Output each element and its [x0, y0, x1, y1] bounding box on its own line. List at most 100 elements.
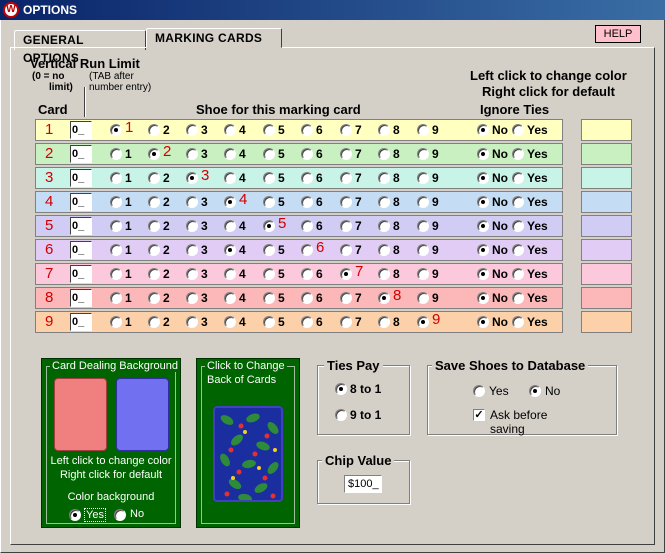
ignore-ties-radio[interactable] [477, 220, 489, 232]
shoe-radio[interactable] [186, 292, 198, 304]
ignore-ties-radio[interactable] [512, 316, 524, 328]
ignore-ties-yes-option[interactable]: Yes [512, 219, 548, 233]
shoe-option-1[interactable]: 1 [110, 147, 144, 161]
shoe-radio[interactable] [148, 292, 160, 304]
shoe-radio[interactable] [263, 124, 275, 136]
shoe-option-8[interactable]: 8 [378, 288, 412, 305]
ties-pay-8-radio[interactable] [335, 383, 347, 395]
row-color-swatch[interactable] [581, 215, 632, 237]
shoe-radio[interactable] [148, 124, 160, 136]
shoe-option-3[interactable]: 3 [186, 123, 220, 137]
shoe-radio[interactable] [186, 124, 198, 136]
shoe-radio[interactable] [340, 196, 352, 208]
shoe-option-5[interactable]: 5 [263, 243, 297, 257]
shoe-option-6[interactable]: 6 [301, 267, 335, 281]
shoe-option-3[interactable]: 3 [186, 147, 220, 161]
shoe-radio[interactable] [301, 316, 313, 328]
shoe-radio[interactable] [148, 316, 160, 328]
ignore-ties-radio[interactable] [512, 244, 524, 256]
shoe-option-6[interactable]: 6 [301, 147, 335, 161]
shoe-radio[interactable] [263, 220, 275, 232]
shoe-radio[interactable] [378, 292, 390, 304]
shoe-option-1[interactable]: 1 [110, 171, 144, 185]
shoe-radio[interactable] [263, 148, 275, 160]
shoe-radio[interactable] [301, 244, 313, 256]
shoe-option-3[interactable]: 3 [186, 267, 220, 281]
shoe-radio[interactable] [186, 244, 198, 256]
shoe-option-9[interactable]: 9 [417, 219, 451, 233]
shoe-option-8[interactable]: 8 [378, 195, 412, 209]
shoe-option-5[interactable]: 5 [263, 291, 297, 305]
ties-pay-9-option[interactable]: 9 to 1 [335, 408, 395, 422]
shoe-option-1[interactable]: 1 [110, 195, 144, 209]
shoe-radio[interactable] [378, 316, 390, 328]
shoe-radio[interactable] [148, 172, 160, 184]
ignore-ties-yes-option[interactable]: Yes [512, 171, 548, 185]
shoe-radio[interactable] [263, 172, 275, 184]
ignore-ties-yes-option[interactable]: Yes [512, 267, 548, 281]
shoe-option-2[interactable]: 2 [148, 195, 182, 209]
ignore-ties-radio[interactable] [477, 196, 489, 208]
shoe-radio[interactable] [340, 124, 352, 136]
shoe-option-1[interactable]: 1 [110, 120, 144, 137]
shoe-option-6[interactable]: 6 [301, 315, 335, 329]
shoe-radio[interactable] [417, 124, 429, 136]
shoe-option-7[interactable]: 7 [340, 219, 374, 233]
shoe-radio[interactable] [263, 316, 275, 328]
ignore-ties-radio[interactable] [477, 292, 489, 304]
shoe-option-7[interactable]: 7 [340, 315, 374, 329]
shoe-radio[interactable] [340, 172, 352, 184]
shoe-option-4[interactable]: 4 [224, 147, 258, 161]
shoe-option-7[interactable]: 7 [340, 123, 374, 137]
shoe-radio[interactable] [110, 268, 122, 280]
shoe-radio[interactable] [417, 220, 429, 232]
shoe-radio[interactable] [417, 316, 429, 328]
ignore-ties-radio[interactable] [512, 172, 524, 184]
row-color-swatch[interactable] [581, 119, 632, 141]
shoe-option-9[interactable]: 9 [417, 171, 451, 185]
shoe-radio[interactable] [224, 244, 236, 256]
shoe-option-1[interactable]: 1 [110, 219, 144, 233]
shoe-option-8[interactable]: 8 [378, 315, 412, 329]
shoe-radio[interactable] [417, 172, 429, 184]
shoe-option-8[interactable]: 8 [378, 147, 412, 161]
shoe-option-8[interactable]: 8 [378, 243, 412, 257]
tab-marking-cards[interactable]: MARKING CARDS [146, 28, 282, 48]
shoe-radio[interactable] [224, 172, 236, 184]
shoe-radio[interactable] [340, 268, 352, 280]
shoe-radio[interactable] [110, 196, 122, 208]
shoe-option-4[interactable]: 4 [224, 171, 258, 185]
shoe-radio[interactable] [224, 220, 236, 232]
shoe-option-2[interactable]: 2 [148, 291, 182, 305]
background-color-right-swatch[interactable] [116, 378, 169, 451]
ignore-ties-no-option[interactable]: No [477, 123, 513, 137]
ask-before-saving-checkbox[interactable]: ✓ [473, 409, 485, 421]
ignore-ties-yes-option[interactable]: Yes [512, 291, 548, 305]
ignore-ties-radio[interactable] [477, 124, 489, 136]
shoe-option-4[interactable]: 4 [224, 291, 258, 305]
shoe-option-4[interactable]: 4 [224, 123, 258, 137]
shoe-radio[interactable] [148, 220, 160, 232]
shoe-radio[interactable] [340, 292, 352, 304]
shoe-radio[interactable] [301, 172, 313, 184]
shoe-radio[interactable] [224, 124, 236, 136]
shoe-option-5[interactable]: 5 [263, 147, 297, 161]
shoe-option-7[interactable]: 7 [340, 264, 374, 281]
shoe-option-3[interactable]: 3 [186, 168, 220, 185]
save-shoes-no-option[interactable]: No [529, 384, 569, 398]
shoe-option-2[interactable]: 2 [148, 315, 182, 329]
color-bg-no-option[interactable]: No [114, 508, 148, 522]
shoe-radio[interactable] [378, 148, 390, 160]
shoe-radio[interactable] [148, 268, 160, 280]
shoe-option-6[interactable]: 6 [301, 195, 335, 209]
background-color-left-swatch[interactable] [54, 378, 107, 451]
shoe-option-5[interactable]: 5 [263, 216, 297, 233]
shoe-option-2[interactable]: 2 [148, 171, 182, 185]
shoe-radio[interactable] [378, 172, 390, 184]
row-color-swatch[interactable] [581, 143, 632, 165]
row-color-swatch[interactable] [581, 191, 632, 213]
shoe-option-9[interactable]: 9 [417, 243, 451, 257]
shoe-radio[interactable] [301, 148, 313, 160]
save-shoes-no-radio[interactable] [529, 385, 541, 397]
shoe-option-7[interactable]: 7 [340, 243, 374, 257]
